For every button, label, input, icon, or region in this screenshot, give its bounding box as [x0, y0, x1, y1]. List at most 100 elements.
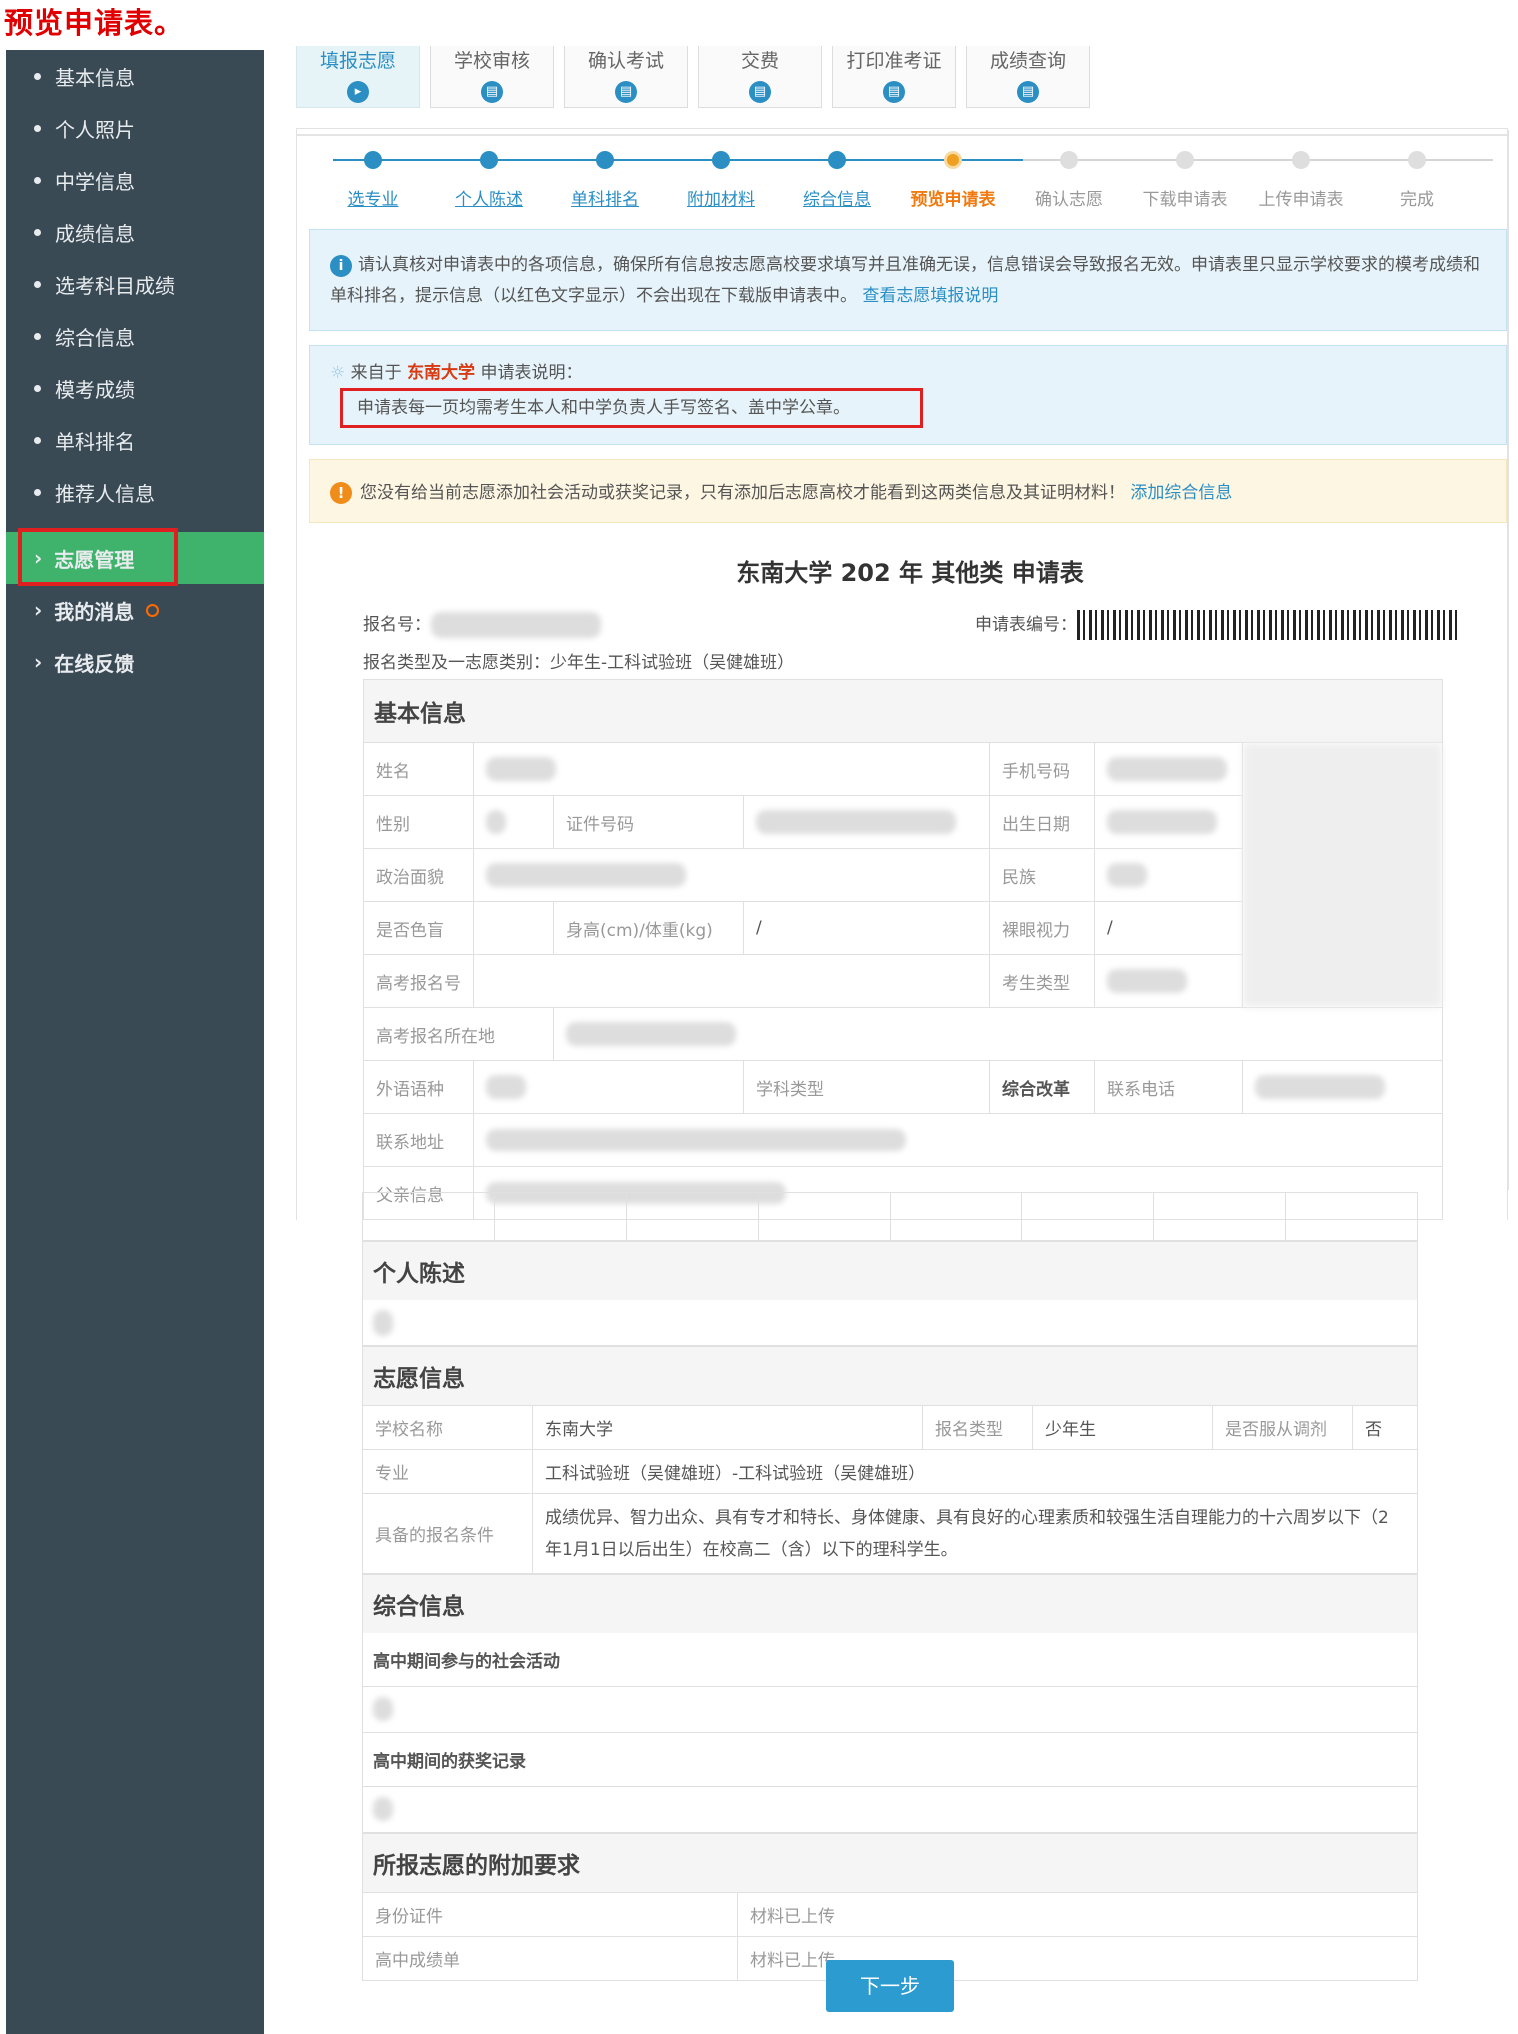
major-label: 专业	[362, 1449, 533, 1494]
award-label: 高中期间的获奖记录	[362, 1733, 1418, 1787]
type-line: 报名类型及一志愿类别：少年生-工科试验班（吴健雄班）	[363, 653, 795, 673]
bullet-icon	[34, 228, 41, 236]
type-value: 少年生	[1032, 1405, 1213, 1450]
info-box: i 请认真核对申请表中的各项信息，确保所有信息按志愿高校要求填写并且准确无误，信息…	[309, 229, 1507, 331]
gk-no-label: 高考报名号	[363, 954, 474, 1008]
process-tab[interactable]: 学校审核 ▤	[430, 46, 554, 108]
basic-info-title: 基本信息	[363, 679, 1443, 742]
notice-school: 东南大学	[407, 363, 476, 383]
calendar-icon: ▤	[481, 81, 503, 103]
notice-prefix: 来自于	[350, 363, 402, 383]
contact-phone-label: 联系电话	[1094, 1060, 1243, 1114]
sidebar-section[interactable]: › 我的消息	[6, 584, 264, 636]
sidebar-item[interactable]: 基本信息	[6, 50, 264, 102]
school-value: 东南大学	[532, 1405, 923, 1450]
form-meta: 报名号： 申请表编号：	[313, 610, 1507, 640]
progress-step: 下载申请表	[1130, 151, 1240, 210]
step-label: 预览申请表	[910, 190, 996, 210]
progress-step[interactable]: 综合信息	[782, 151, 892, 210]
step-node-icon	[480, 151, 498, 169]
process-tab[interactable]: 填报志愿 ▸	[296, 46, 420, 108]
sidebar-section[interactable]: › 在线反馈	[6, 636, 264, 688]
process-tabs: 填报志愿 ▸ 学校审核 ▤ 确认考试 ▤ 交费 ▤ 打印准考证 ▤ 成绩查询 ▤	[296, 46, 1508, 108]
politics-label: 政治面貌	[363, 848, 474, 902]
sidebar-item-label: 基本信息	[55, 65, 135, 90]
sidebar-section[interactable]: › 志愿管理	[6, 528, 264, 586]
sidebar-item[interactable]: 模考成绩	[6, 362, 264, 414]
gender-label: 性别	[363, 795, 474, 849]
wish-table: 学校名称 东南大学 报名类型 少年生 是否服从调剂 否 专业 工科试验班（吴健雄…	[362, 1405, 1418, 1574]
process-tab[interactable]: 交费 ▤	[698, 46, 822, 108]
progress-step: 确认志愿	[1014, 151, 1124, 210]
step-label: 个人陈述	[455, 190, 523, 210]
progress-step: 上传申请表	[1246, 151, 1356, 210]
notice-suffix: 申请表说明：	[480, 363, 583, 383]
notice-content: 申请表每一页均需考生本人和中学负责人手写签名、盖中学公章。	[340, 388, 923, 428]
step-node-icon	[712, 151, 730, 169]
bullet-icon	[34, 280, 41, 288]
tab-label: 交费	[740, 50, 779, 72]
page-banner: 预览申请表。	[4, 6, 185, 40]
cond-value: 成绩优异、智力出众、具有专才和特长、身体健康、具有良好的心理素质和较强生活自理能…	[532, 1493, 1418, 1574]
calendar-icon: ▤	[615, 81, 637, 103]
extra-status: 材料已上传	[737, 1892, 1418, 1937]
id-label: 证件号码	[553, 795, 744, 849]
process-tab[interactable]: 确认考试 ▤	[564, 46, 688, 108]
application-panel: 选专业 个人陈述 单科排名 附加材料 综合信息 预览申请表 确认志愿 下载申请表 上传申请表 完成…	[296, 128, 1508, 1220]
sidebar-item[interactable]: 成绩信息	[6, 206, 264, 258]
process-tab[interactable]: 成绩查询 ▤	[966, 46, 1090, 108]
bullet-icon	[34, 488, 41, 496]
step-node-icon	[944, 151, 962, 169]
sidebar-item-label: 个人照片	[55, 117, 135, 142]
award-body	[362, 1787, 1418, 1833]
main-content: 填报志愿 ▸ 学校审核 ▤ 确认考试 ▤ 交费 ▤ 打印准考证 ▤ 成绩查询 ▤ 选专业 个人陈述 单科排…	[296, 46, 1508, 1220]
stu-type-label: 考生类型	[989, 954, 1095, 1008]
sidebar-section-label: 我的消息	[54, 599, 135, 624]
sidebar-item[interactable]: 推荐人信息	[6, 466, 264, 518]
tab-label: 成绩查询	[989, 50, 1066, 72]
step-node-icon	[1060, 151, 1078, 169]
calendar-icon: ▤	[1017, 81, 1039, 103]
form-title: 东南大学 202 年 其他类 申请表	[736, 559, 1084, 587]
sidebar-item[interactable]: 综合信息	[6, 310, 264, 362]
subject-type-label: 学科类型	[743, 1060, 990, 1114]
school-notice: ☼ 来自于 东南大学 申请表说明： 申请表每一页均需考生本人和中学负责人手写签名…	[309, 345, 1507, 445]
sidebar-item[interactable]: 选考科目成绩	[6, 258, 264, 310]
school-label: 学校名称	[362, 1405, 533, 1450]
extra-item: 高中成绩单	[362, 1936, 738, 1981]
birth-label: 出生日期	[989, 795, 1095, 849]
progress-step[interactable]: 预览申请表	[898, 151, 1008, 210]
tab-label: 学校审核	[453, 50, 530, 72]
sidebar-item[interactable]: 单科排名	[6, 414, 264, 466]
sidebar-item-label: 单科排名	[55, 429, 135, 454]
step-node-icon	[1292, 151, 1310, 169]
name-label: 姓名	[363, 742, 474, 796]
step-label: 附加材料	[687, 190, 755, 210]
progress-step[interactable]: 单科排名	[550, 151, 660, 210]
reg-no-label: 报名号：	[363, 615, 431, 635]
step-node-icon	[596, 151, 614, 169]
sidebar-item-label: 成绩信息	[55, 221, 135, 246]
step-node-icon	[1176, 151, 1194, 169]
progress-step[interactable]: 个人陈述	[434, 151, 544, 210]
progress-step[interactable]: 选专业	[318, 151, 428, 210]
sidebar-item[interactable]: 中学信息	[6, 154, 264, 206]
form-continuation: 个人陈述 志愿信息 学校名称 东南大学 报名类型 少年生 是否服从调剂 否 专业…	[362, 1192, 1418, 1981]
process-tab[interactable]: 打印准考证 ▤	[832, 46, 956, 108]
sidebar-item-label: 模考成绩	[55, 377, 135, 402]
vision-label: 裸眼视力	[989, 901, 1095, 955]
fill-guide-link[interactable]: 查看志愿填报说明	[862, 286, 998, 306]
calendar-icon: ▤	[883, 81, 905, 103]
add-comprehensive-link[interactable]: 添加综合信息	[1130, 483, 1232, 503]
layout-gap	[264, 1190, 296, 2034]
comp-title: 综合信息	[362, 1574, 1418, 1633]
sidebar-item-label: 综合信息	[55, 325, 135, 350]
sidebar-item[interactable]: 个人照片	[6, 102, 264, 154]
sidebar-item-label: 推荐人信息	[55, 481, 155, 506]
next-button[interactable]: 下一步	[826, 1960, 954, 2012]
extra-title: 所报志愿的附加要求	[362, 1833, 1418, 1892]
tab-label: 填报志愿	[319, 50, 396, 72]
activity-body	[362, 1687, 1418, 1733]
step-label: 上传申请表	[1258, 190, 1344, 210]
progress-step[interactable]: 附加材料	[666, 151, 776, 210]
